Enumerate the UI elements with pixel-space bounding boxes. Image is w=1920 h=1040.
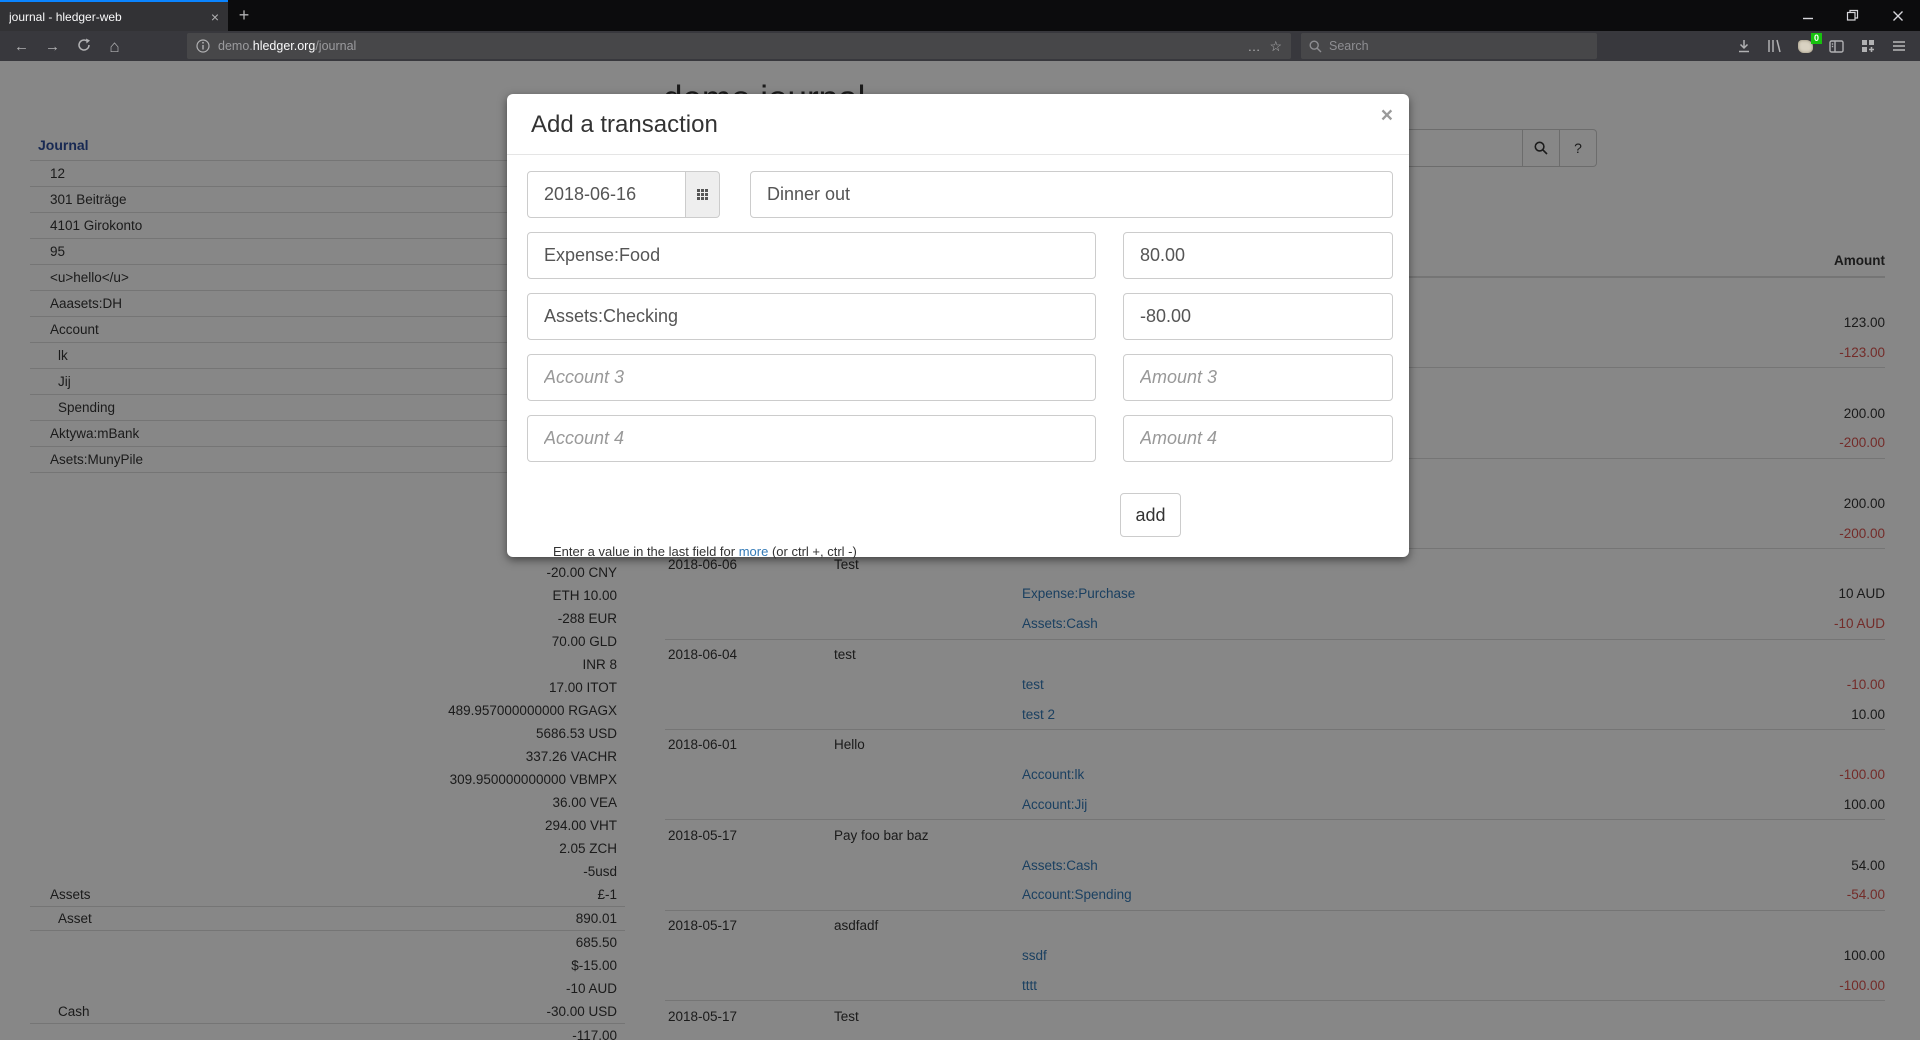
- close-icon: [1892, 10, 1904, 22]
- url-text: demo.hledger.org/journal: [218, 39, 356, 53]
- minimize-button[interactable]: [1785, 0, 1830, 31]
- account-input-1[interactable]: [527, 232, 1096, 279]
- tile-grid-button[interactable]: [1852, 39, 1883, 53]
- library-icon: [1767, 39, 1782, 53]
- account-input-3[interactable]: [527, 354, 1096, 401]
- url-path: /journal: [315, 39, 356, 53]
- reload-button[interactable]: [68, 38, 99, 55]
- modal-close-icon[interactable]: ×: [1381, 105, 1393, 126]
- browser-search-bar[interactable]: Search: [1301, 33, 1597, 59]
- url-bar[interactable]: demo.hledger.org/journal … ☆: [187, 33, 1291, 59]
- tab-bar: journal - hledger-web × +: [0, 0, 1920, 31]
- modal-header: Add a transaction ×: [507, 94, 1409, 155]
- url-host: hledger.org: [253, 39, 316, 53]
- new-tab-button[interactable]: +: [228, 0, 260, 31]
- url-prefix: demo.: [218, 39, 253, 53]
- page-actions-icon[interactable]: …: [1247, 39, 1261, 54]
- search-icon: [1309, 40, 1322, 53]
- menu-button[interactable]: [1883, 40, 1914, 52]
- account-input-2[interactable]: [527, 293, 1096, 340]
- modal-posting-row: [527, 232, 1393, 279]
- page-content: demo.journal ? Journal 12301 Beiträge410…: [0, 61, 1920, 1040]
- modal-posting-row: [527, 354, 1393, 401]
- browser-search-placeholder: Search: [1329, 39, 1369, 53]
- forward-button[interactable]: →: [37, 39, 68, 54]
- home-button[interactable]: ⌂: [99, 38, 130, 55]
- account-input-4[interactable]: [527, 415, 1096, 462]
- amount-input-3[interactable]: [1123, 354, 1393, 401]
- toolbar-icons: 0: [1728, 39, 1914, 53]
- hint-post: (or ctrl +, ctrl -): [768, 544, 856, 559]
- date-input-group: [527, 171, 720, 218]
- browser-tab[interactable]: journal - hledger-web ×: [0, 0, 228, 31]
- tab-close-icon[interactable]: ×: [211, 10, 219, 24]
- amount-input-1[interactable]: [1123, 232, 1393, 279]
- modal-posting-row: [527, 415, 1393, 462]
- add-transaction-modal: Add a transaction × add Enter a value in…: [507, 94, 1409, 557]
- back-button[interactable]: ←: [6, 39, 37, 54]
- hamburger-icon: [1892, 40, 1906, 52]
- extension-button[interactable]: 0: [1790, 40, 1821, 53]
- date-description-row: [527, 171, 1393, 218]
- close-window-button[interactable]: [1875, 0, 1920, 31]
- sidebar-panel-icon: [1829, 40, 1844, 53]
- bookmark-star-icon[interactable]: ☆: [1269, 38, 1282, 55]
- site-info-icon[interactable]: [196, 39, 210, 53]
- restore-icon: [1846, 9, 1859, 22]
- sidebar-toggle-button[interactable]: [1821, 40, 1852, 53]
- modal-posting-row: [527, 293, 1393, 340]
- modal-hint: Enter a value in the last field for more…: [553, 544, 1393, 559]
- navigation-toolbar: ← → ⌂ demo.hledger.org/journal … ☆ Searc: [0, 31, 1920, 61]
- grid-plus-icon: [1861, 39, 1875, 53]
- download-icon: [1737, 39, 1751, 53]
- calendar-grid-icon: [697, 189, 708, 200]
- reload-icon: [77, 38, 91, 52]
- modal-posting-rows: [527, 232, 1393, 462]
- amount-input-4[interactable]: [1123, 415, 1393, 462]
- hint-pre: Enter a value in the last field for: [553, 544, 739, 559]
- date-input[interactable]: [527, 171, 686, 218]
- browser-chrome: journal - hledger-web × + ← →: [0, 0, 1920, 61]
- hint-more-link[interactable]: more: [739, 544, 769, 559]
- window-controls: [1785, 0, 1920, 31]
- description-input[interactable]: [750, 171, 1393, 218]
- minimize-icon: [1802, 10, 1814, 22]
- calendar-picker-button[interactable]: [686, 171, 720, 218]
- restore-button[interactable]: [1830, 0, 1875, 31]
- modal-body: add Enter a value in the last field for …: [507, 155, 1409, 559]
- library-button[interactable]: [1759, 39, 1790, 53]
- tab-title: journal - hledger-web: [9, 10, 203, 24]
- downloads-button[interactable]: [1728, 39, 1759, 53]
- tab-bar-spacer: [260, 0, 1785, 31]
- modal-title: Add a transaction: [531, 111, 718, 138]
- amount-input-2[interactable]: [1123, 293, 1393, 340]
- add-button[interactable]: add: [1120, 493, 1181, 537]
